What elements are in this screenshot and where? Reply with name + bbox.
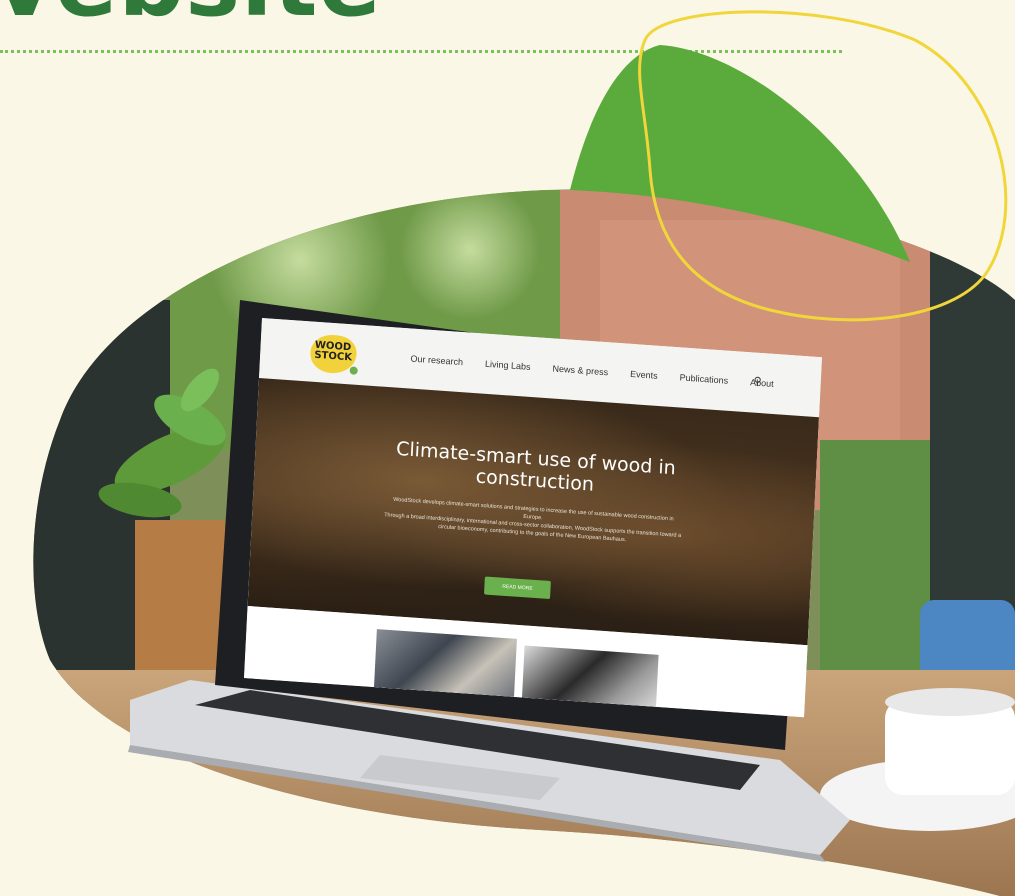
green-leaf-shape — [570, 45, 910, 262]
decorative-shapes — [570, 10, 1008, 322]
